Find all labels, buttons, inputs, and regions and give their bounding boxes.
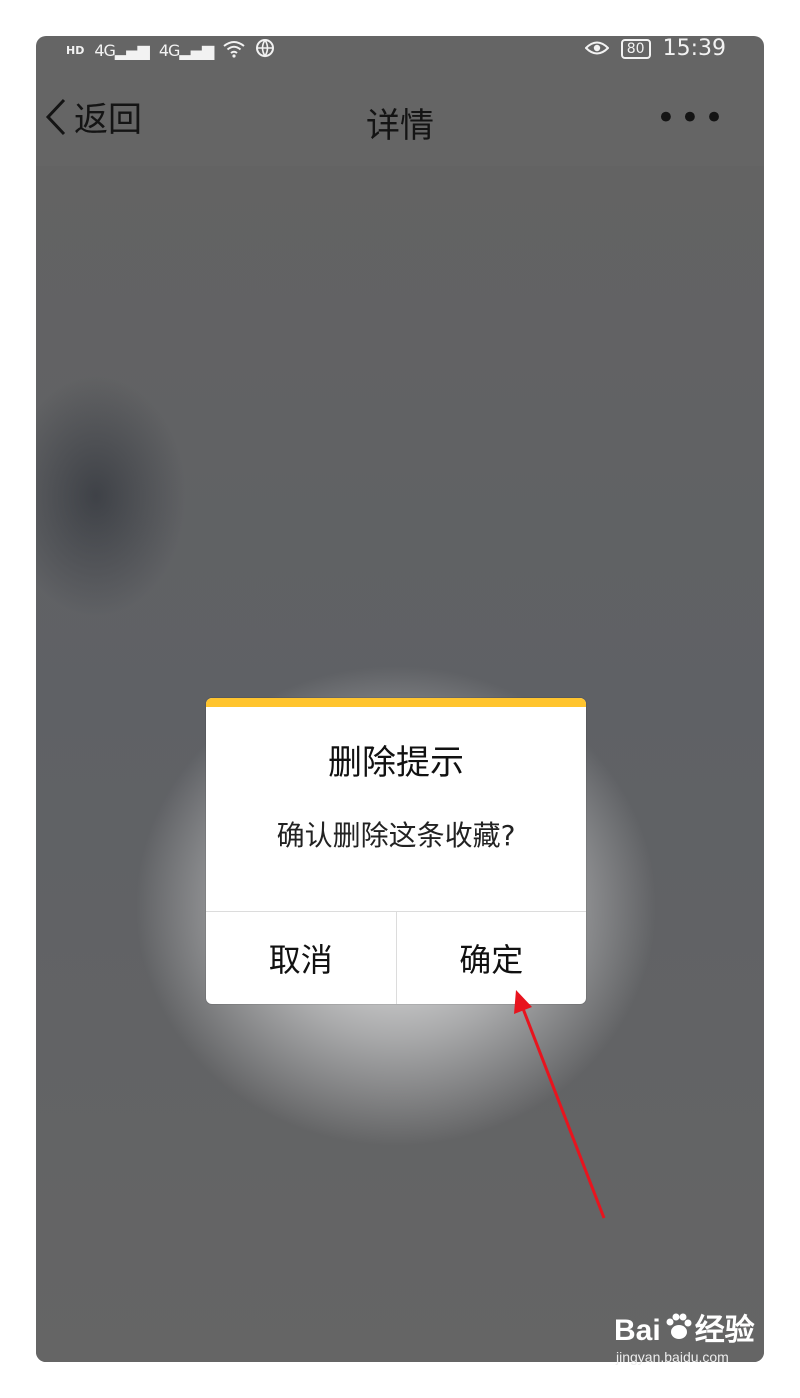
watermark-logo: Bai 经验: [614, 1312, 755, 1349]
watermark-url: jingyan.baidu.com: [616, 1349, 729, 1365]
paw-icon: [663, 1312, 693, 1349]
red-arrow-annotation: [514, 990, 606, 1219]
baidu-jingyan-watermark: Bai 经验 jingyan.baidu.com: [614, 1312, 755, 1365]
